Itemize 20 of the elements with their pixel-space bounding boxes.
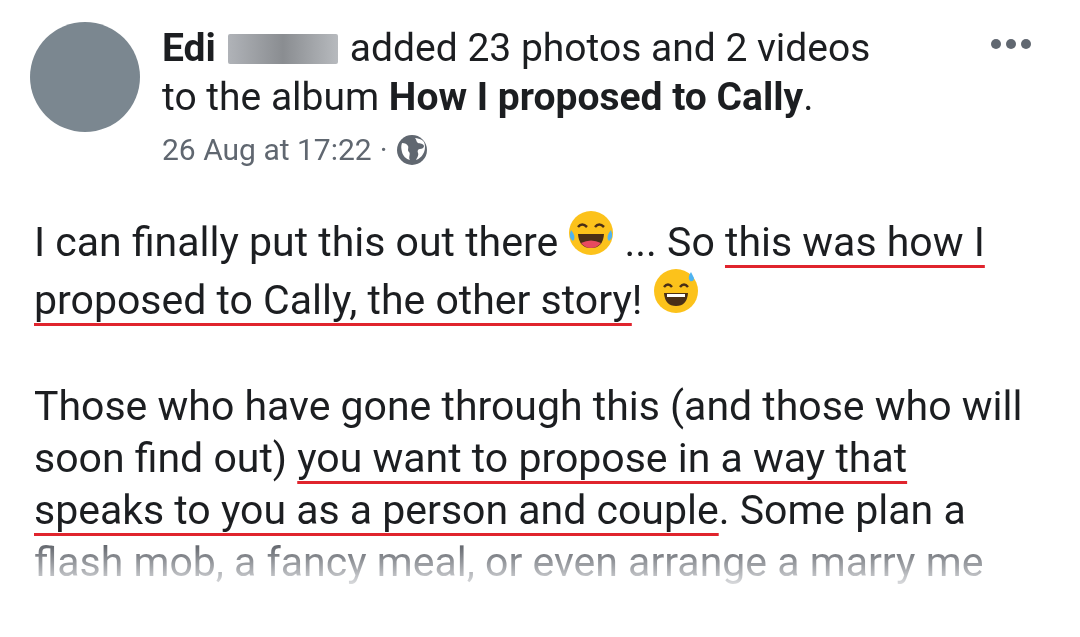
more-options-icon[interactable] (990, 38, 1032, 50)
underlined-post-text: you want to propose in a way that (297, 433, 908, 484)
separator: · (379, 131, 388, 169)
post-text: ... So (623, 217, 716, 268)
post-text: ! (631, 275, 644, 326)
underlined-post-text: this was how I (725, 217, 985, 268)
author-name[interactable]: Edi (162, 24, 216, 73)
post-headline: to the album How I proposed to Cally. (162, 73, 814, 122)
post-text: I can finally put this out there (34, 217, 560, 268)
post-time[interactable]: 26 Aug at 17:22 (162, 127, 372, 172)
post-headline: added 23 photos and 2 videos (349, 24, 871, 73)
underlined-post-text: speaks to you as a person and couple (34, 485, 719, 536)
avatar[interactable] (30, 22, 140, 132)
globe-icon (395, 133, 428, 166)
sweat-smile-emoji-icon (652, 268, 699, 314)
underlined-post-text: proposed to Cally, the other story (34, 275, 632, 326)
laughing-crying-emoji-icon (568, 210, 615, 256)
post-text: soon find out) (34, 433, 289, 484)
post-text: Those who have gone through this (and those who will (34, 381, 1023, 432)
post-text: . Some plan a (718, 485, 966, 536)
